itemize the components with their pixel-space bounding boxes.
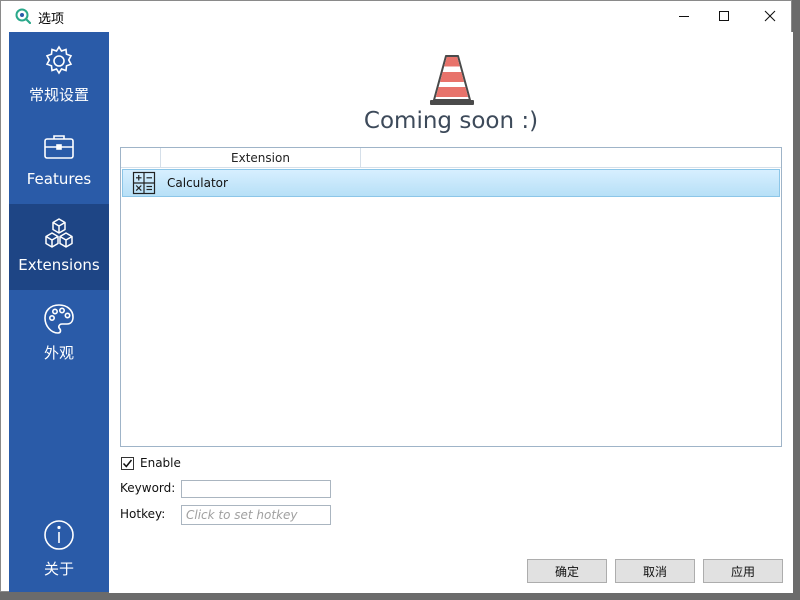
column-header-icon (121, 148, 161, 168)
palette-icon (44, 304, 74, 334)
calculator-icon (132, 171, 156, 195)
sidebar-item-features[interactable]: Features (9, 118, 109, 204)
hotkey-label: Hotkey: (120, 507, 166, 521)
column-header-extension[interactable]: Extension (161, 148, 361, 168)
sidebar-item-label: Extensions (18, 256, 100, 274)
maximize-button[interactable] (701, 1, 747, 31)
window-title: 选项 (38, 12, 65, 27)
cubes-icon (45, 218, 73, 248)
table-row[interactable]: Calculator (122, 169, 780, 197)
traffic-cone-icon (430, 55, 474, 105)
options-window: 选项 常规设置 Features Extensions 外观 关于 Coming… (0, 0, 793, 593)
sidebar: 常规设置 Features Extensions 外观 关于 (9, 32, 109, 592)
coming-soon-text: Coming soon :) (363, 108, 539, 134)
close-icon (764, 10, 776, 22)
app-logo-icon (15, 8, 32, 25)
title-bar: 选项 (1, 1, 791, 31)
checkmark-icon (122, 459, 133, 468)
sidebar-item-appearance[interactable]: 外观 (9, 290, 109, 376)
sidebar-item-label: 关于 (43, 560, 74, 578)
info-icon (44, 520, 74, 550)
enable-checkbox-row[interactable]: Enable (121, 456, 181, 470)
hotkey-input[interactable] (181, 505, 331, 525)
ok-button[interactable]: 确定 (527, 559, 607, 583)
maximize-icon (719, 11, 729, 21)
minimize-icon (679, 16, 689, 17)
cancel-button[interactable]: 取消 (615, 559, 695, 583)
sidebar-item-general[interactable]: 常规设置 (9, 32, 109, 118)
extension-name: Calculator (167, 176, 228, 190)
sidebar-item-label: Features (26, 170, 92, 188)
close-button[interactable] (747, 1, 793, 31)
sidebar-item-label: 外观 (43, 344, 74, 362)
sidebar-item-label: 常规设置 (28, 86, 89, 104)
extensions-table: Extension Calculator (120, 147, 782, 447)
enable-label: Enable (140, 456, 181, 470)
table-header: Extension (121, 148, 781, 168)
main-content: Coming soon :) Extension Calculator Enab… (109, 32, 793, 593)
gear-icon (45, 45, 73, 75)
keyword-label: Keyword: (120, 481, 176, 495)
sidebar-item-extensions[interactable]: Extensions (9, 204, 109, 290)
briefcase-icon (44, 135, 74, 159)
enable-checkbox[interactable] (121, 456, 134, 470)
sidebar-item-about[interactable]: 关于 (9, 506, 109, 592)
keyword-input[interactable] (181, 480, 331, 498)
apply-button[interactable]: 应用 (703, 559, 783, 583)
